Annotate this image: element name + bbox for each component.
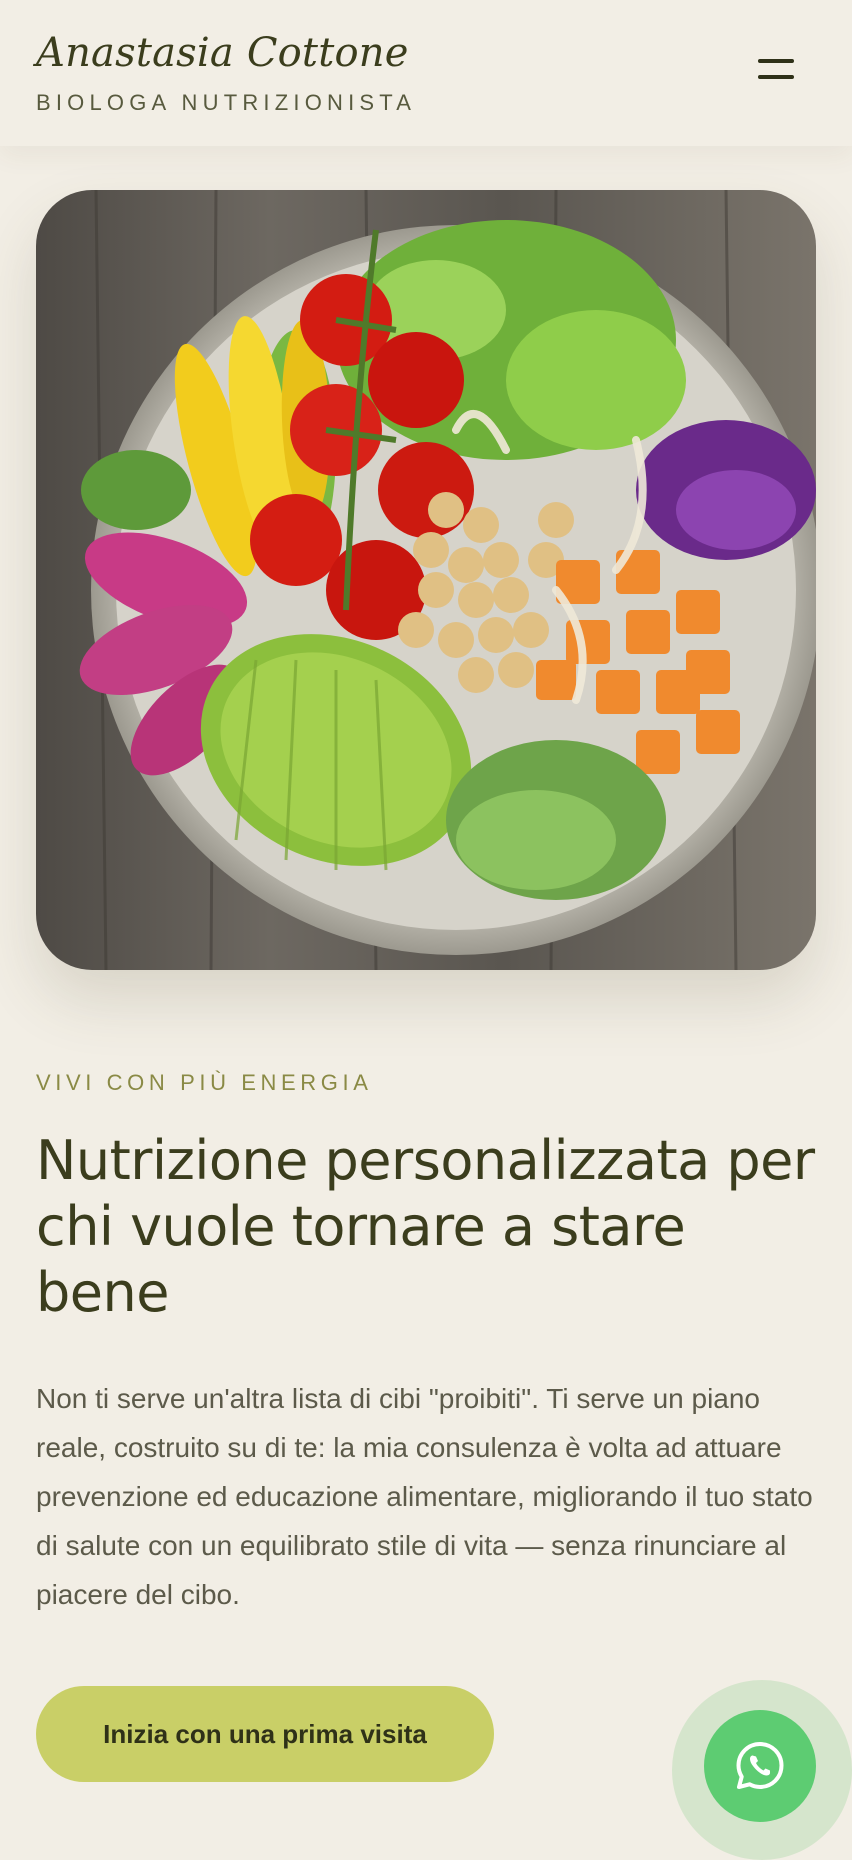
whatsapp-button[interactable]	[704, 1710, 816, 1822]
hero-eyebrow: VIVI CON PIÙ ENERGIA	[36, 1070, 373, 1095]
site-header: Anastasia Cottone BIOLOGA NUTRIZIONISTA	[0, 0, 852, 146]
first-visit-button[interactable]: Inizia con una prima visita	[36, 1686, 494, 1782]
hero-description: Non ti serve un'altra lista di cibi "pro…	[36, 1383, 813, 1610]
whatsapp-icon	[736, 1742, 784, 1789]
brand-name[interactable]: Anastasia Cottone	[36, 30, 409, 76]
hamburger-menu-icon[interactable]	[752, 52, 800, 86]
menu-line-top	[758, 59, 794, 63]
menu-line-bottom	[758, 75, 794, 79]
hero-headline: Nutrizione personalizzata per chi vuole …	[36, 1129, 815, 1324]
brand-subtitle: BIOLOGA NUTRIZIONISTA	[36, 90, 417, 115]
hero-image-salad-bowl	[36, 190, 816, 970]
